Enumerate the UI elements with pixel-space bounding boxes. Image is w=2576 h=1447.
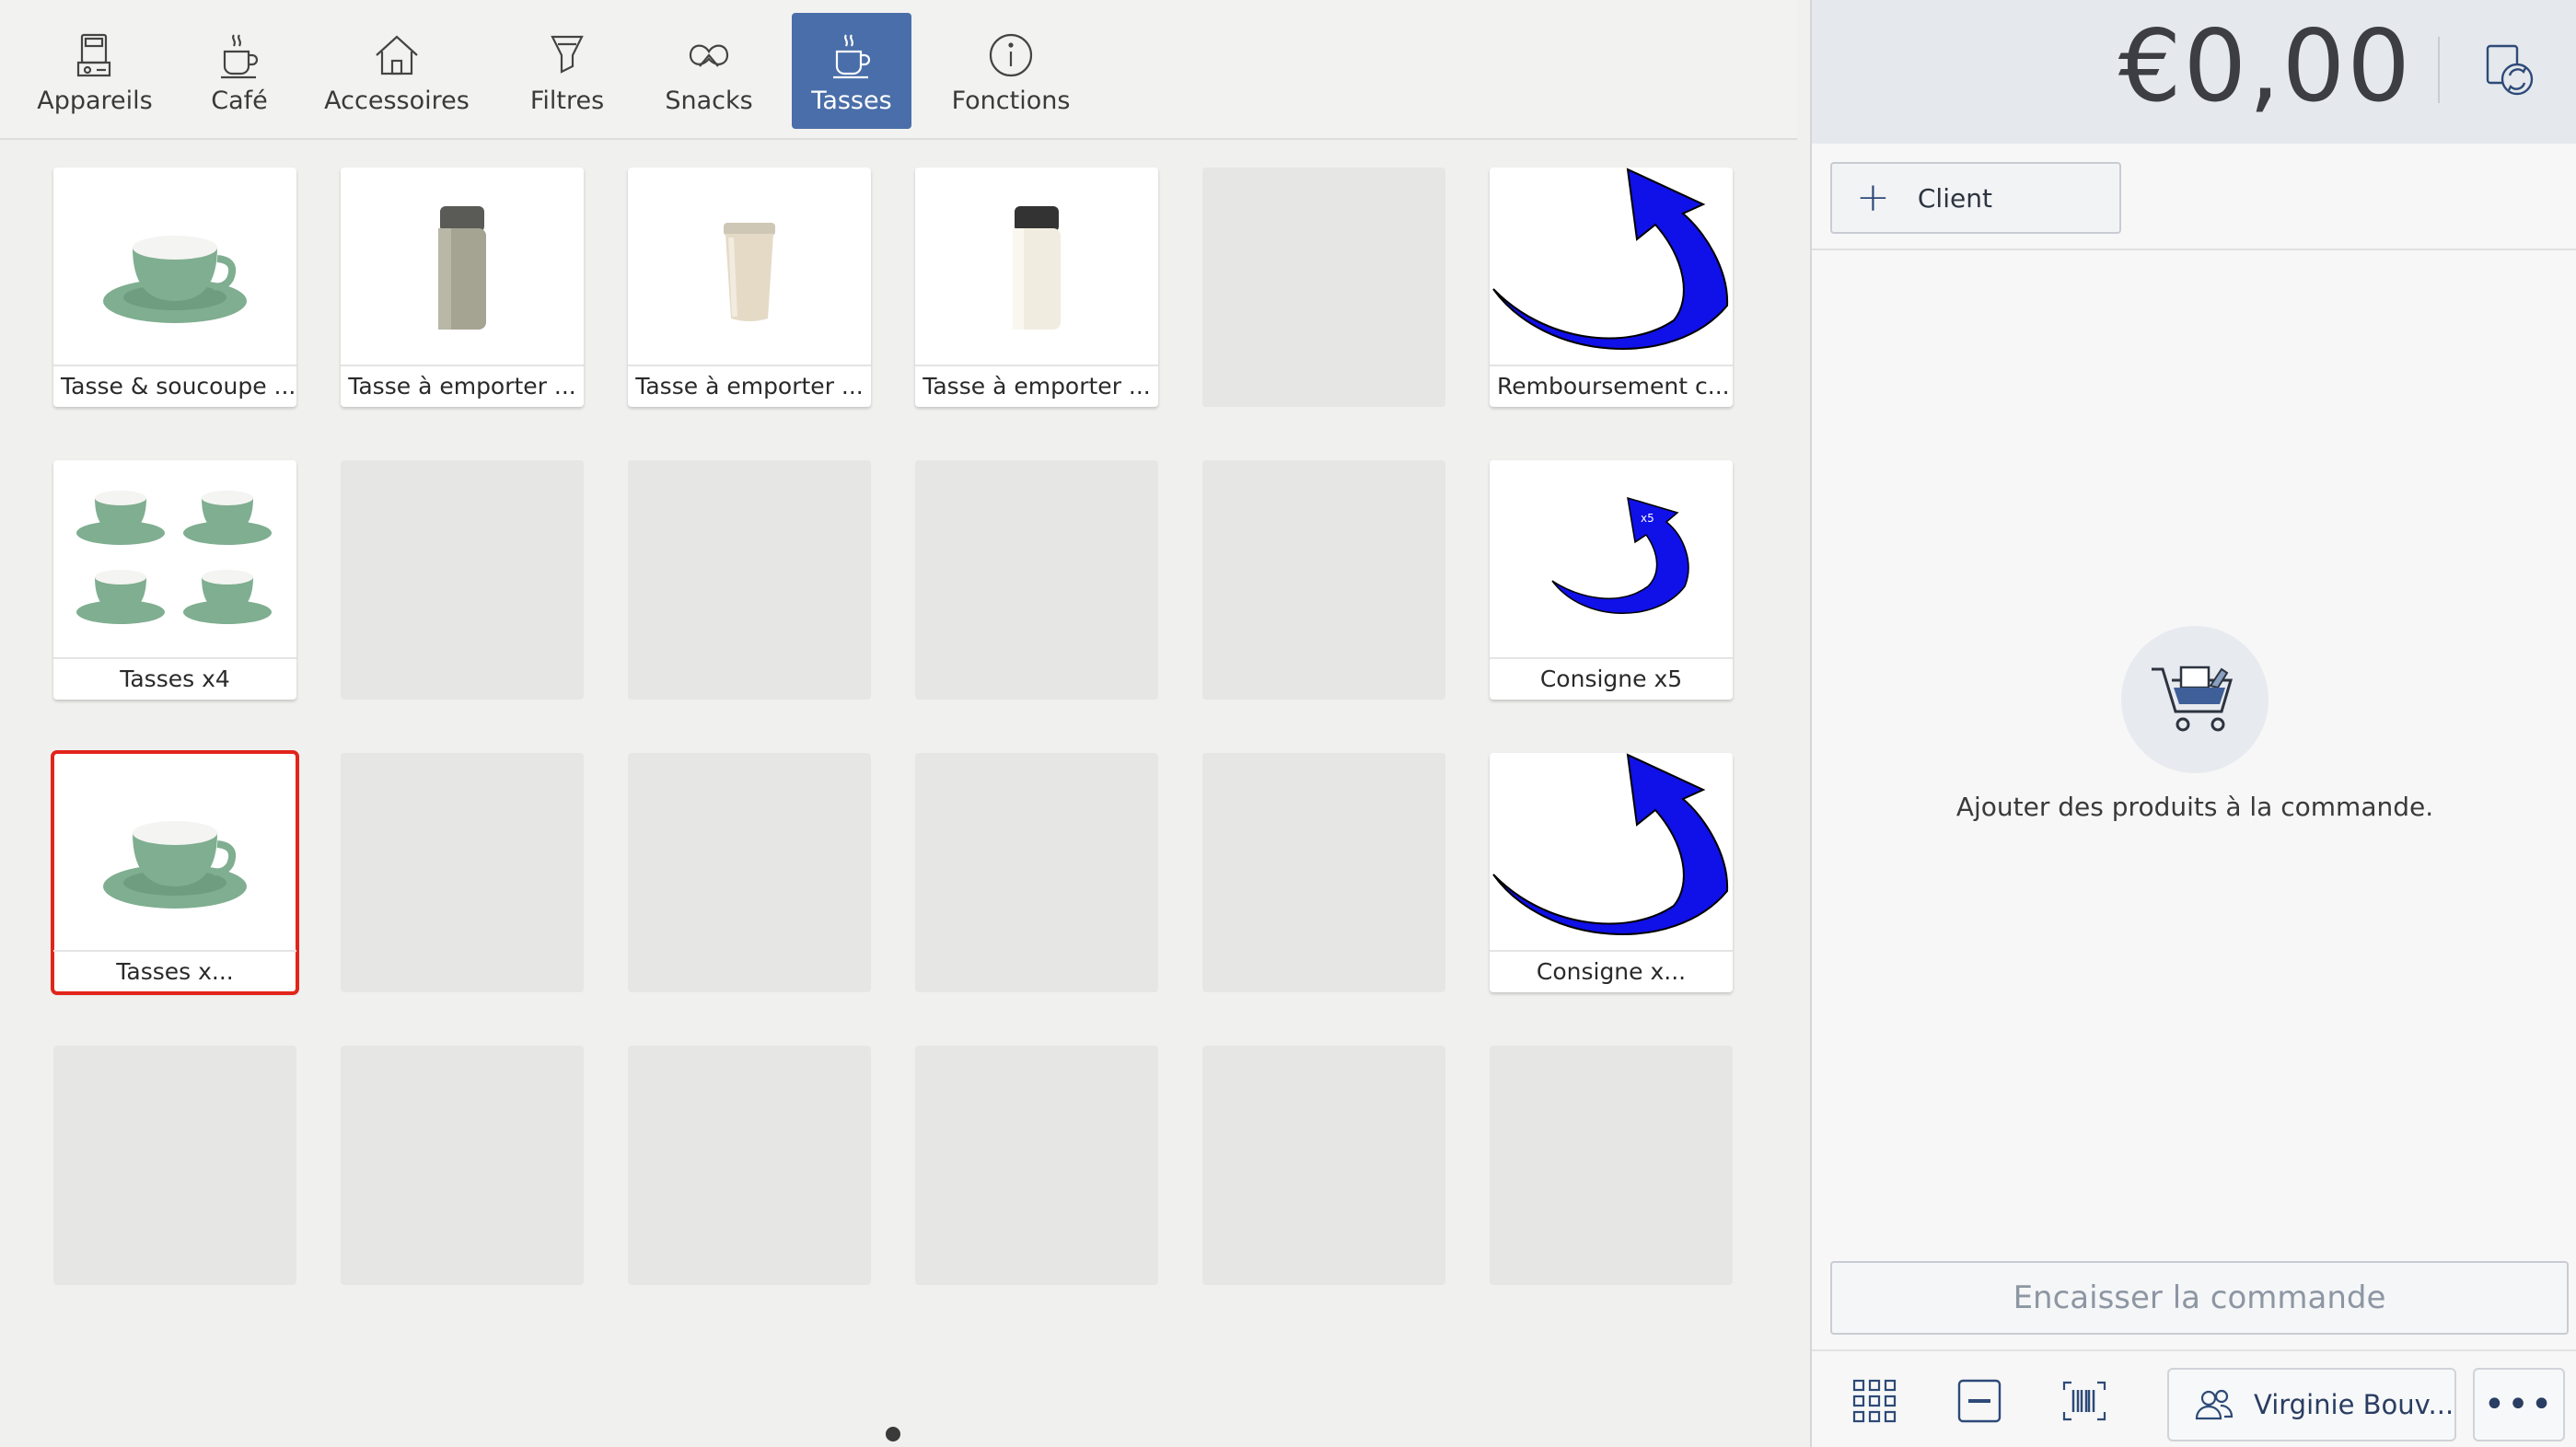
empty-slot [1202,753,1445,992]
users-icon [2193,1383,2235,1426]
empty-slot [628,460,871,700]
cup-saucer-image [53,168,296,365]
tab-tasses[interactable]: Tasses [792,13,911,129]
grid-icon[interactable] [1851,1377,1898,1425]
shopping-cart-icon [2121,626,2269,773]
divider [2438,37,2440,103]
plus-icon: + [1856,174,1890,221]
empty-cart-state: Ajouter des produits à la commande. [1812,626,2576,822]
blue-arrow-image [1490,753,1733,950]
svg-text:x5: x5 [1641,512,1654,525]
barcode-icon[interactable] [2060,1377,2108,1425]
tab-accessoires[interactable]: Accessoires [320,13,473,129]
info-icon [985,29,1037,81]
category-tab-bar: Appareils Café Accessoires Filtres Snack… [0,0,1797,140]
filter-icon [541,29,593,81]
blue-arrow-image [1490,168,1733,365]
empty-slot [53,1046,296,1285]
order-panel: €0,00 + Client Ajouter des produits à la… [1810,0,2576,1447]
product-tile[interactable]: Tasse à emporter ... [341,168,584,407]
empty-slot [341,753,584,992]
product-tile[interactable]: x5 Consigne x5 [1490,460,1733,700]
empty-slot [1202,1046,1445,1285]
empty-slot [915,460,1158,700]
empty-cart-message: Ajouter des produits à la commande. [1955,792,2434,822]
tab-snacks[interactable]: Snacks [659,13,759,129]
tab-cafe[interactable]: Café [193,13,285,129]
cups-x4-image [53,460,296,657]
product-tile-selected[interactable]: Tasses x... [51,750,299,995]
switch-order-icon[interactable] [2478,39,2543,103]
tab-filtres[interactable]: Filtres [516,13,619,129]
bottle-cream-image [915,168,1158,365]
tab-appareils[interactable]: Appareils [26,13,164,129]
empty-slot [1490,1046,1733,1285]
pretzel-icon [683,29,735,81]
add-client-button[interactable]: + Client [1830,162,2121,234]
cup-saucer-image [53,753,296,950]
checkout-button[interactable]: Encaisser la commande [1830,1261,2569,1335]
product-tile[interactable]: Consigne x... [1490,753,1733,992]
product-tile[interactable]: Tasse & soucoupe ... [53,168,296,407]
empty-slot [1202,168,1445,407]
tumbler-cream-image [628,168,871,365]
order-total-bar: €0,00 [1812,0,2576,144]
empty-slot [915,753,1158,992]
minus-icon[interactable] [1955,1377,2003,1425]
empty-slot [341,1046,584,1285]
empty-slot [628,753,871,992]
tab-fonctions[interactable]: Fonctions [948,13,1073,129]
house-icon [371,29,423,81]
coffee-cup-icon [214,29,265,81]
page-indicator-dot[interactable] [886,1427,900,1441]
blue-arrow-image: x5 [1490,460,1733,657]
product-tile[interactable]: Remboursement c... [1490,168,1733,407]
order-total: €0,00 [2118,9,2412,124]
bottle-khaki-image [341,168,584,365]
empty-slot [628,1046,871,1285]
empty-slot [1202,460,1445,700]
client-row: + Client [1812,144,2576,250]
product-tile[interactable]: Tasses x4 [53,460,296,700]
product-tile[interactable]: Tasse à emporter ... [628,168,871,407]
product-tile[interactable]: Tasse à emporter ... [915,168,1158,407]
device-icon [69,29,121,81]
product-area: Appareils Café Accessoires Filtres Snack… [0,0,1810,1447]
more-options-button[interactable]: ••• [2473,1368,2565,1441]
user-button[interactable]: Virginie Bouv... [2167,1368,2456,1441]
bottom-toolbar: Virginie Bouv... ••• [1812,1349,2576,1447]
product-grid: Tasse & soucoupe ... Tasse à emporter ..… [0,142,1797,1447]
coffee-cup-icon [826,29,877,81]
empty-slot [341,460,584,700]
empty-slot [915,1046,1158,1285]
